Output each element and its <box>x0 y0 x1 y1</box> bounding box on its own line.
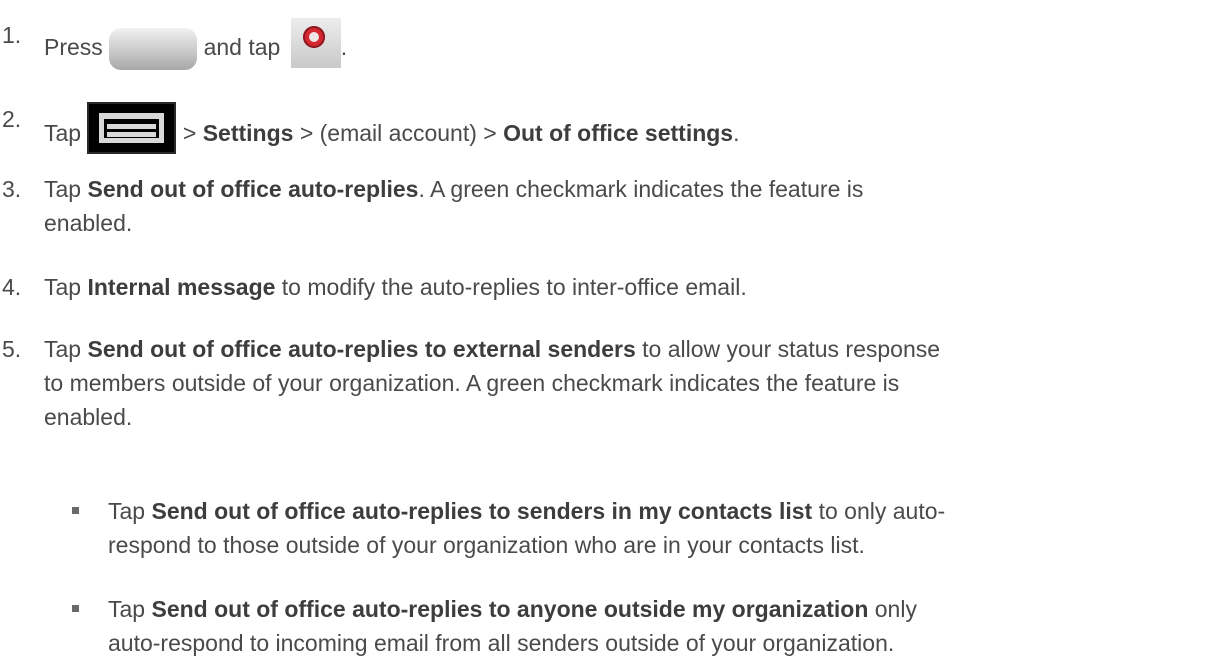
substep-text: Tap <box>108 596 152 622</box>
email-app-icon <box>290 18 341 68</box>
step-text: > <box>176 120 203 146</box>
step-number: 1. <box>2 22 22 48</box>
step-bold: Out of office settings <box>503 120 734 146</box>
bullet-icon <box>72 605 79 612</box>
step-number: 3. <box>2 176 22 202</box>
bullet-icon <box>72 507 79 514</box>
step-bold: Internal message <box>87 274 276 300</box>
step-text: . <box>340 34 348 60</box>
substep-text: Tap <box>108 498 152 524</box>
step-text: Press <box>44 34 110 60</box>
step-text: to modify the auto-replies to inter-offi… <box>275 274 747 300</box>
step-bold: Send out of office auto-replies to exter… <box>87 336 636 362</box>
substep-bold: Send out of office auto-replies to anyon… <box>151 596 869 622</box>
step-text: Tap <box>44 120 88 146</box>
step-text: > (email account) > <box>293 120 504 146</box>
document-page: 1. Press and tap . 2. Tap > Settings > (… <box>0 0 1215 670</box>
step-text: Tap <box>44 274 88 300</box>
substep-text: to only auto- <box>812 498 946 524</box>
step-bold: Settings <box>202 120 294 146</box>
home-key-icon <box>109 28 198 70</box>
substep-text: auto-respond to incoming email from all … <box>108 630 895 656</box>
step-text: and tap <box>197 34 287 60</box>
step-text: enabled. <box>44 210 133 236</box>
step-number: 4. <box>2 274 22 300</box>
step-text: enabled. <box>44 404 133 430</box>
step-text: . A green checkmark indicates the featur… <box>418 176 864 202</box>
step-text: . <box>733 120 740 146</box>
step-text: Tap <box>44 336 88 362</box>
substep-text: only <box>868 596 917 622</box>
menu-key-icon <box>87 102 177 154</box>
substep-text: respond to those outside of your organiz… <box>108 532 865 558</box>
step-text: Tap <box>44 176 88 202</box>
step-text: to allow your status response <box>635 336 941 362</box>
step-bold: Send out of office auto-replies <box>87 176 419 202</box>
step-number: 2. <box>2 106 22 132</box>
step-text: to members outside of your organization.… <box>44 370 900 396</box>
substep-bold: Send out of office auto-replies to sende… <box>151 498 813 524</box>
step-number: 5. <box>2 336 22 362</box>
